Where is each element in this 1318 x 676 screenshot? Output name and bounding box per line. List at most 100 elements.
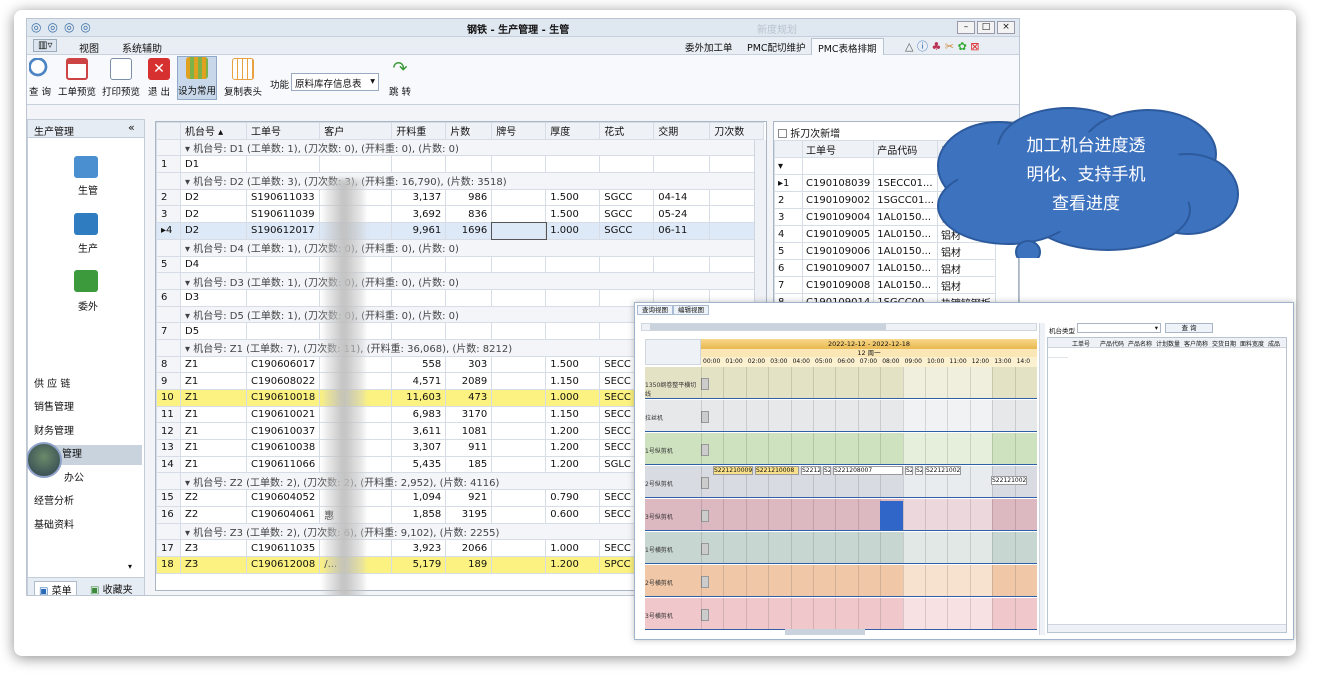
- gantt-side-h-scroll[interactable]: [1048, 624, 1286, 632]
- job-block[interactable]: S22121: [801, 466, 821, 475]
- ribbon-icons[interactable]: △ ⓘ ♣ ✂ ✿ ⊠: [905, 38, 980, 54]
- module-production-control[interactable]: 生管: [68, 182, 108, 197]
- column-header[interactable]: 牌号: [491, 122, 547, 140]
- column-header[interactable]: 开料重: [391, 122, 447, 140]
- menu-system[interactable]: 系统辅助: [122, 40, 162, 55]
- job-block[interactable]: S2: [905, 466, 913, 475]
- avatar[interactable]: [27, 442, 62, 478]
- side-column-header[interactable]: 交货日期: [1212, 339, 1236, 348]
- gantt-lane[interactable]: 3号横剪机: [645, 598, 1037, 630]
- tab-query-view[interactable]: 查询视图: [637, 305, 673, 315]
- gantt-h-scroll-thumb[interactable]: [785, 629, 865, 635]
- gantt-lane[interactable]: 2号横剪机: [645, 565, 1037, 597]
- column-header[interactable]: 工单号: [801, 140, 875, 158]
- side-column-header[interactable]: 成品: [1268, 339, 1280, 348]
- production-icon[interactable]: [74, 213, 98, 235]
- gantt-lane[interactable]: 2号纵剪机S221210009S221210008S22121S2S221208…: [645, 466, 1037, 498]
- nav-finance[interactable]: 财务管理: [34, 422, 142, 442]
- lane-handle[interactable]: [701, 443, 709, 456]
- group-row[interactable]: ▾ 机台号: D4 (工单数: 1), (刀次数: 0), (开料重: 0), …: [156, 238, 765, 257]
- print-preview-button[interactable]: 打印预览: [101, 58, 141, 98]
- app-menu-icon[interactable]: ▥▿: [33, 39, 58, 52]
- gantt-lane[interactable]: 拉丝机: [645, 400, 1037, 432]
- table-row[interactable]: 2 D2 S190611033 3,137 986 1.500 SGCC 04-14: [156, 188, 765, 207]
- column-header[interactable]: 片数: [445, 122, 493, 140]
- column-header[interactable]: 客户: [319, 122, 393, 140]
- tab-menu[interactable]: ▣ 菜单: [34, 581, 77, 595]
- gantt-lane[interactable]: 1号横剪机: [645, 532, 1037, 564]
- lane-handle[interactable]: [701, 575, 709, 588]
- gantt-side-filter-row[interactable]: [1048, 348, 1068, 358]
- maximize-button[interactable]: □: [977, 21, 995, 34]
- table-row[interactable]: 6 C190109007 1AL0150... 铝材: [774, 259, 996, 277]
- lane-handle[interactable]: [701, 608, 709, 621]
- table-row[interactable]: 7 C190109008 1AL0150... 铝材: [774, 276, 996, 294]
- group-row[interactable]: ▾ 机台号: D3 (工单数: 1), (刀次数: 0), (开料重: 0), …: [156, 272, 765, 290]
- lane-handle[interactable]: [701, 377, 709, 390]
- lane-handle[interactable]: [701, 509, 709, 522]
- tab-pmc-cut[interactable]: PMC配切维护: [741, 38, 812, 55]
- column-header[interactable]: 交期: [653, 122, 711, 140]
- job-block[interactable]: S2: [823, 466, 831, 475]
- tab-edit-view[interactable]: 编辑视图: [673, 305, 709, 315]
- column-header[interactable]: 厚度: [545, 122, 601, 140]
- job-block[interactable]: S221208007: [833, 466, 903, 475]
- menu-view[interactable]: 视图: [79, 40, 99, 55]
- gantt-lane[interactable]: 3号纵剪机: [645, 499, 1037, 531]
- module-outsource[interactable]: 委外: [68, 298, 108, 313]
- table-row[interactable]: 5 D4: [156, 255, 765, 274]
- nav-supply-chain[interactable]: 供 应 链: [34, 375, 142, 395]
- table-row[interactable]: 3 D2 S190611039 3,692 836 1.500 SGCC 05-24: [156, 205, 765, 224]
- job-block[interactable]: S2: [915, 466, 923, 475]
- gantt-h-scroll-top[interactable]: [641, 323, 1037, 331]
- gantt-lane[interactable]: 1号纵剪机: [645, 433, 1037, 465]
- column-header[interactable]: 刀次数: [709, 122, 765, 140]
- side-column-header[interactable]: 客户简称: [1184, 339, 1208, 348]
- column-header[interactable]: 花式: [599, 122, 655, 140]
- table-cell[interactable]: [490, 221, 547, 241]
- nav-basic-data[interactable]: 基础资料: [34, 516, 142, 536]
- tab-outsource[interactable]: 委外加工单: [679, 38, 739, 55]
- filter-cell[interactable]: ▾: [774, 157, 803, 175]
- tab-favorites[interactable]: ▣ 收藏夹: [90, 581, 133, 595]
- exit-button[interactable]: ✕ 退 出: [145, 58, 173, 98]
- job-block[interactable]: S221210021: [925, 466, 961, 475]
- close-window-button[interactable]: ×: [997, 21, 1015, 34]
- module-production[interactable]: 生产: [68, 240, 108, 255]
- group-row[interactable]: ▾ 机台号: D1 (工单数: 1), (刀次数: 0), (开料重: 0), …: [156, 138, 765, 157]
- column-header[interactable]: 工单号: [245, 122, 321, 140]
- production-control-icon[interactable]: [74, 156, 98, 178]
- table-row[interactable]: 1 D1: [156, 155, 765, 174]
- lane-handle[interactable]: [701, 410, 709, 423]
- side-column-header[interactable]: 面料宽度: [1240, 339, 1264, 348]
- lane-handle[interactable]: [701, 542, 709, 555]
- outsource-icon[interactable]: [74, 270, 98, 292]
- lane-handle[interactable]: [701, 476, 709, 489]
- side-column-header[interactable]: 工单号: [1072, 339, 1090, 348]
- copy-header-button[interactable]: 复制表头: [223, 58, 263, 98]
- table-row[interactable]: ▸4 D2 S190612017 9,961 1696 1.000 SGCC 06-11: [156, 221, 765, 241]
- jump-button[interactable]: ↷ 跳 转: [385, 58, 415, 98]
- nav-sales[interactable]: 销售管理: [34, 398, 142, 418]
- column-header[interactable]: 机台号 ▴: [180, 122, 247, 140]
- collapse-icon[interactable]: «: [128, 121, 135, 134]
- side-column-header[interactable]: 计划数量: [1156, 339, 1180, 348]
- selected-slot[interactable]: [880, 501, 903, 530]
- query-button[interactable]: 查 询: [27, 58, 53, 98]
- gantt-lane[interactable]: 1350纲卷整平横切线: [645, 367, 1037, 399]
- nav-business-analysis[interactable]: 经营分析: [34, 492, 142, 512]
- group-row[interactable]: ▾ 机台号: D2 (工单数: 3), (刀次数: 3), (开料重: 16,7…: [156, 172, 765, 190]
- side-column-header[interactable]: 产品代码: [1100, 339, 1124, 348]
- gantt-query-button[interactable]: 查 询: [1165, 323, 1213, 333]
- set-favorite-button[interactable]: 设为常用: [177, 56, 217, 100]
- job-block[interactable]: S221210009: [713, 466, 753, 475]
- filter-cell[interactable]: [801, 157, 875, 175]
- gantt-v-scroll[interactable]: [1039, 323, 1045, 635]
- tab-pmc-schedule[interactable]: PMC表格排期: [811, 38, 884, 55]
- quick-access-icons[interactable]: ◎◎◎◎: [31, 20, 97, 34]
- function-select[interactable]: 原料库存信息表 ▾: [291, 73, 379, 91]
- work-order-preview-button[interactable]: 工单预览: [57, 58, 97, 98]
- machine-type-select[interactable]: ▾: [1077, 323, 1161, 333]
- job-block[interactable]: S221210024: [991, 476, 1027, 485]
- job-block[interactable]: S221210008: [755, 466, 799, 475]
